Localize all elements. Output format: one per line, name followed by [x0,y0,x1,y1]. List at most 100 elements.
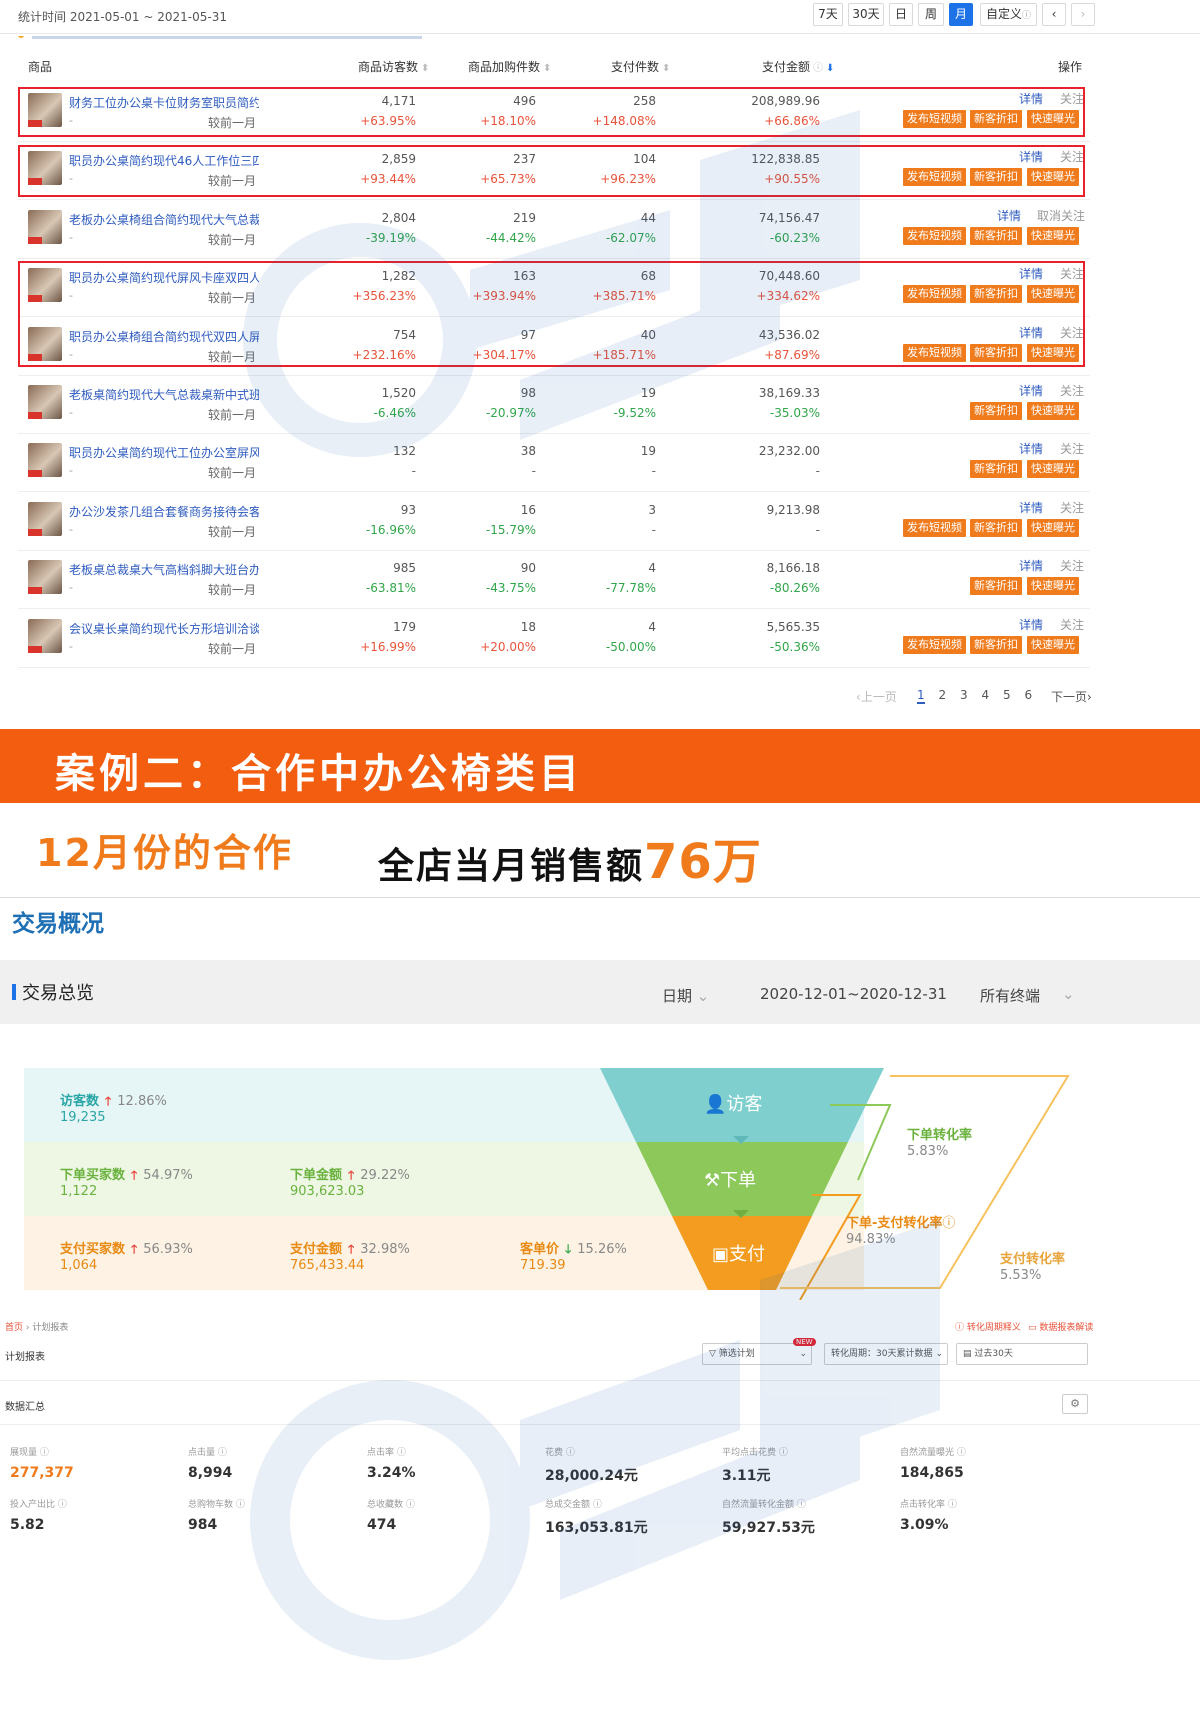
kpi-label-text: 自然流量转化金额 [722,1500,795,1510]
follow-link[interactable]: 关注 [1060,557,1084,574]
col-paid-amt-label: 支付金额 [762,60,811,74]
product-name[interactable]: 老板办公桌椅组合简约现代大气总裁... [69,211,259,228]
paid-amt-change: -35.03% [769,406,820,420]
breadcrumb-separator-icon: › [25,1323,30,1333]
range-30d-button[interactable]: 30天 [848,3,884,26]
publish-video-button[interactable]: 发布短视频 [903,635,966,654]
follow-link[interactable]: 取消关注 [1037,207,1085,224]
terminal-select[interactable]: 所有终端 [980,985,1040,1006]
compare-label: 较前一月 [208,583,257,598]
filter-plan-select[interactable]: ▽ 筛选计划 ⌄ [702,1343,812,1365]
range-day-button[interactable]: 日 [889,3,913,26]
product-thumbnail[interactable] [28,618,62,653]
help-icon: ⓘ [217,1448,227,1458]
product-thumbnail[interactable] [28,560,62,595]
date-select[interactable]: 日期 ⌄ [662,985,709,1006]
col-paid-qty[interactable]: 支付件数 ⬍ [611,58,670,75]
quick-exposure-button[interactable]: 快速曝光 [1027,402,1079,420]
new-customer-discount-button[interactable]: 新客折扣 [970,226,1022,245]
product-name[interactable]: 老板桌简约现代大气总裁桌新中式班... [69,386,259,403]
quick-exposure-button[interactable]: 快速曝光 [1027,518,1079,537]
product-name[interactable]: 办公沙发茶几组合套餐商务接待会客... [69,503,259,520]
cycle-select[interactable]: 转化周期：30天累计数据 ⌄ [824,1343,948,1365]
next-page-button[interactable]: 下一页› [1051,688,1092,705]
paid-amt-change: - [815,464,820,479]
range-month-button[interactable]: 月 [949,3,973,26]
order-rate-value: 5.83% [907,1144,949,1159]
publish-video-button[interactable]: 发布短视频 [903,226,966,245]
settings-gear-icon[interactable]: ⚙ [1062,1394,1088,1414]
sort-desc-icon: ⬇ [826,63,835,74]
paid-amt-value: 23,232.00 [758,444,820,459]
range-7d-button[interactable]: 7天 [813,3,843,26]
detail-link[interactable]: 详情 [1019,499,1043,516]
kpi-value: 59,927.53元 [722,1520,815,1536]
detail-link[interactable]: 详情 [997,207,1021,224]
detail-link[interactable]: 详情 [1019,382,1043,399]
col-cart[interactable]: 商品加购件数 ⬍ [468,58,551,75]
help-icon: ⓘ [57,1500,67,1510]
col-visitors[interactable]: 商品访客数 ⬍ [358,58,429,75]
quick-exposure-button[interactable]: 快速曝光 [1027,577,1079,596]
new-customer-discount-button[interactable]: 新客折扣 [970,577,1022,596]
new-customer-discount-button[interactable]: 新客折扣 [970,518,1022,537]
product-name[interactable]: 职员办公桌简约现代工位办公室屏风... [69,444,259,461]
breadcrumb-home[interactable]: 首页 [5,1323,23,1333]
quick-exposure-button[interactable]: 快速曝光 [1027,226,1079,245]
page-number[interactable]: 5 [1003,688,1011,702]
chevron-right-icon[interactable]: › [1071,3,1095,26]
kpi-value: 5.82 [10,1517,45,1533]
new-customer-discount-button[interactable]: 新客折扣 [970,402,1022,420]
funnel-visit-text: 访客 [726,1094,763,1115]
range-custom-button[interactable]: 自定义ⓘ [980,3,1037,26]
page-number[interactable]: 3 [960,688,968,702]
follow-link[interactable]: 关注 [1060,616,1084,633]
product-name[interactable]: 老板桌总裁桌大气高档斜脚大班台办... [69,561,259,578]
product-sub: - [69,522,73,536]
date-range[interactable]: 2020-12-01~2020-12-31 [760,985,947,1003]
funnel-order-label: ⚒下单 [704,1166,756,1192]
chevron-left-icon[interactable]: ‹ [1042,3,1066,26]
compare-label: 较前一月 [208,232,257,247]
page-number[interactable]: 2 [939,688,947,702]
new-customer-discount-button[interactable]: 新客折扣 [970,635,1022,654]
help-icon: ⓘ [796,1500,806,1510]
summary-title: 数据汇总 [5,1402,45,1413]
col-paid-amt[interactable]: 支付金额 ⓘ ⬇ [762,58,834,75]
chevron-down-icon[interactable]: ⌄ [1062,985,1075,1003]
col-actions: 操作 [1058,60,1083,74]
follow-link[interactable]: 关注 [1060,382,1084,399]
page-number[interactable]: 6 [1025,688,1033,702]
kpi-label: 展现量 ⓘ [10,1445,49,1458]
detail-link[interactable]: 详情 [1019,440,1043,457]
pay-rate-label: 支付转化率 [1000,1252,1066,1267]
prev-page-button[interactable]: ‹上一页 [856,690,897,704]
follow-link[interactable]: 关注 [1060,440,1084,457]
help-link-1[interactable]: ⓘ 转化周期释义 [955,1320,1021,1333]
follow-link[interactable]: 关注 [1060,499,1084,516]
detail-link[interactable]: 详情 [1019,616,1043,633]
date-select-label: 日期 [662,987,693,1005]
page-number[interactable]: 1 [917,688,925,704]
detail-link[interactable]: 详情 [1019,557,1043,574]
banner-title: 案例二：合作中办公椅类目 [55,751,583,797]
period-select[interactable]: ▤ 过去30天 [956,1343,1088,1365]
new-customer-discount-button[interactable]: 新客折扣 [970,460,1022,479]
product-thumbnail[interactable] [28,385,62,419]
quick-exposure-button[interactable]: 快速曝光 [1027,635,1079,654]
page-number[interactable]: 4 [982,688,990,702]
product-name[interactable]: 会议桌长桌简约现代长方形培训洽谈... [69,620,259,637]
visitors-change: - [411,464,416,479]
divider [0,1424,1200,1425]
help-icon: ⓘ [405,1500,415,1510]
quick-exposure-button[interactable]: 快速曝光 [1027,460,1079,479]
publish-video-button[interactable]: 发布短视频 [903,518,966,537]
range-week-button[interactable]: 周 [918,3,944,26]
visitors-change: +16.99% [360,639,416,654]
product-thumbnail[interactable] [28,443,62,478]
cart-value: 16 [520,502,536,517]
case-month: 12月份的合作 [36,831,293,875]
help-link-2[interactable]: ▭ 数据报表解读 [1028,1320,1093,1333]
product-thumbnail[interactable] [28,501,62,536]
product-thumbnail[interactable] [28,209,62,244]
